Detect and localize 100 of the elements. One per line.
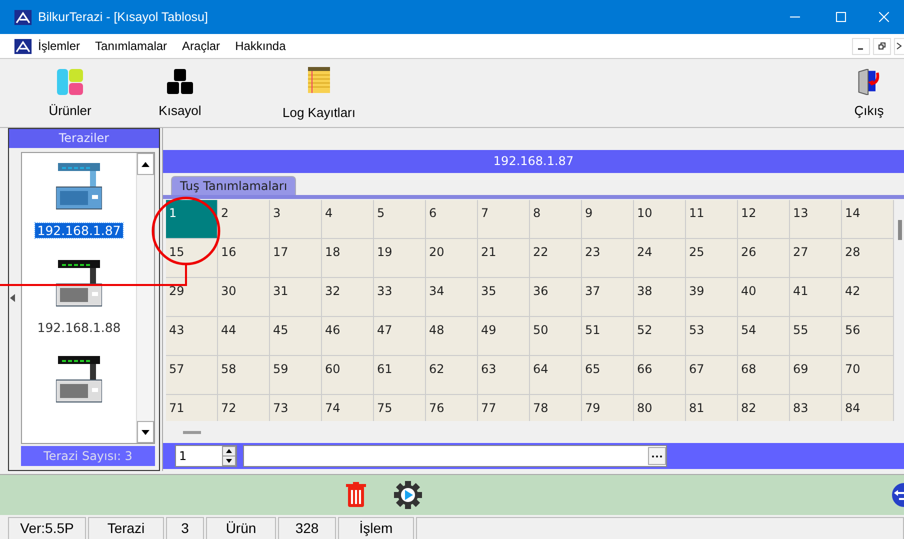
key-cell[interactable]: 6 xyxy=(426,200,478,239)
key-cell[interactable]: 53 xyxy=(686,317,738,356)
back-arrow-icon[interactable] xyxy=(890,483,904,507)
key-cell[interactable]: 19 xyxy=(374,239,426,278)
log-toolbar-button[interactable]: Log Kayıtları xyxy=(254,59,384,127)
spin-arrows-icon[interactable] xyxy=(222,446,236,466)
scrollbar[interactable] xyxy=(136,153,154,443)
key-cell[interactable]: 39 xyxy=(686,278,738,317)
key-cell[interactable]: 9 xyxy=(582,200,634,239)
products-toolbar-button[interactable]: Ürünler xyxy=(10,59,130,127)
key-cell[interactable]: 3 xyxy=(270,200,322,239)
key-cell[interactable]: 42 xyxy=(842,278,894,317)
key-cell[interactable]: 68 xyxy=(738,356,790,395)
exit-toolbar-button[interactable]: Çıkış xyxy=(844,59,894,127)
key-cell[interactable]: 33 xyxy=(374,278,426,317)
key-cell[interactable]: 61 xyxy=(374,356,426,395)
key-cell[interactable]: 20 xyxy=(426,239,478,278)
key-cell[interactable]: 55 xyxy=(790,317,842,356)
key-cell[interactable]: 36 xyxy=(530,278,582,317)
key-cell[interactable]: 58 xyxy=(218,356,270,395)
collapse-arrow-icon[interactable] xyxy=(10,294,15,302)
key-cell[interactable]: 18 xyxy=(322,239,374,278)
up-arrow-icon[interactable] xyxy=(141,162,150,166)
key-cell[interactable]: 23 xyxy=(582,239,634,278)
key-cell[interactable]: 2 xyxy=(218,200,270,239)
menu-item[interactable]: Hakkında xyxy=(235,39,286,53)
key-text-field[interactable] xyxy=(243,445,667,467)
key-cell[interactable]: 44 xyxy=(218,317,270,356)
key-cell[interactable]: 1 xyxy=(166,200,218,239)
trash-icon[interactable] xyxy=(346,482,366,508)
key-cell[interactable]: 10 xyxy=(634,200,686,239)
key-cell[interactable]: 47 xyxy=(374,317,426,356)
key-cell[interactable]: 38 xyxy=(634,278,686,317)
key-cell[interactable]: 27 xyxy=(790,239,842,278)
key-cell[interactable]: 14 xyxy=(842,200,894,239)
key-number-field[interactable]: 1 xyxy=(175,445,237,467)
letter-blocks-icon xyxy=(167,68,193,94)
status-cell: Terazi xyxy=(88,517,164,539)
key-cell[interactable]: 17 xyxy=(270,239,322,278)
key-cell[interactable]: 66 xyxy=(634,356,686,395)
key-cell[interactable]: 65 xyxy=(582,356,634,395)
key-cell[interactable]: 51 xyxy=(582,317,634,356)
key-cell[interactable]: 64 xyxy=(530,356,582,395)
key-cell[interactable]: 67 xyxy=(686,356,738,395)
key-cell[interactable]: 43 xyxy=(166,317,218,356)
key-cell[interactable]: 52 xyxy=(634,317,686,356)
maximize-icon xyxy=(836,12,846,22)
restore-button[interactable] xyxy=(873,38,891,54)
logo-icon xyxy=(14,38,32,54)
key-cell[interactable]: 16 xyxy=(218,239,270,278)
key-cell[interactable]: 50 xyxy=(530,317,582,356)
key-cell[interactable]: 35 xyxy=(478,278,530,317)
key-cell[interactable]: 54 xyxy=(738,317,790,356)
scale-item[interactable]: 192.168.1.87 xyxy=(35,153,123,250)
key-cell[interactable]: 70 xyxy=(842,356,894,395)
key-cell[interactable]: 60 xyxy=(322,356,374,395)
scale-header-bar: 192.168.1.87 xyxy=(163,150,904,173)
menu-item[interactable]: Tanımlamalar xyxy=(95,39,168,53)
key-cell[interactable]: 28 xyxy=(842,239,894,278)
shortcut-toolbar-button[interactable]: Kısayol xyxy=(130,59,230,127)
key-cell[interactable]: 12 xyxy=(738,200,790,239)
key-cell[interactable]: 25 xyxy=(686,239,738,278)
scale-item[interactable]: 192.168.1.88 xyxy=(35,250,123,346)
key-cell[interactable]: 32 xyxy=(322,278,374,317)
key-cell[interactable]: 69 xyxy=(790,356,842,395)
key-cell[interactable]: 49 xyxy=(478,317,530,356)
key-cell[interactable]: 34 xyxy=(426,278,478,317)
status-cell: 328 xyxy=(278,517,336,539)
annotation-circle xyxy=(152,196,220,266)
scrollbar-thumb[interactable] xyxy=(183,430,201,434)
key-cell[interactable]: 40 xyxy=(738,278,790,317)
key-cell[interactable]: 41 xyxy=(790,278,842,317)
key-cell[interactable]: 30 xyxy=(218,278,270,317)
key-cell[interactable]: 7 xyxy=(478,200,530,239)
key-cell[interactable]: 11 xyxy=(686,200,738,239)
key-cell[interactable]: 62 xyxy=(426,356,478,395)
key-cell[interactable]: 5 xyxy=(374,200,426,239)
key-cell[interactable]: 63 xyxy=(478,356,530,395)
key-cell[interactable]: 4 xyxy=(322,200,374,239)
key-cell[interactable]: 21 xyxy=(478,239,530,278)
browse-button[interactable] xyxy=(648,447,666,465)
key-cell[interactable]: 24 xyxy=(634,239,686,278)
key-cell[interactable]: 46 xyxy=(322,317,374,356)
key-cell[interactable]: 31 xyxy=(270,278,322,317)
key-cell[interactable]: 59 xyxy=(270,356,322,395)
key-cell[interactable]: 37 xyxy=(582,278,634,317)
key-cell[interactable]: 26 xyxy=(738,239,790,278)
key-cell[interactable]: 13 xyxy=(790,200,842,239)
key-cell[interactable]: 56 xyxy=(842,317,894,356)
scrollbar-thumb[interactable] xyxy=(898,220,902,240)
key-cell[interactable]: 8 xyxy=(530,200,582,239)
key-cell[interactable]: 22 xyxy=(530,239,582,278)
key-cell[interactable]: 57 xyxy=(166,356,218,395)
menu-item[interactable]: İşlemler xyxy=(38,39,80,53)
tab[interactable]: Tuş Tanımlamaları xyxy=(171,176,296,195)
key-cell[interactable]: 29 xyxy=(166,278,218,317)
down-arrow-icon[interactable] xyxy=(141,430,150,434)
key-cell[interactable]: 48 xyxy=(426,317,478,356)
key-cell[interactable]: 45 xyxy=(270,317,322,356)
menu-item[interactable]: Araçlar xyxy=(182,39,220,53)
